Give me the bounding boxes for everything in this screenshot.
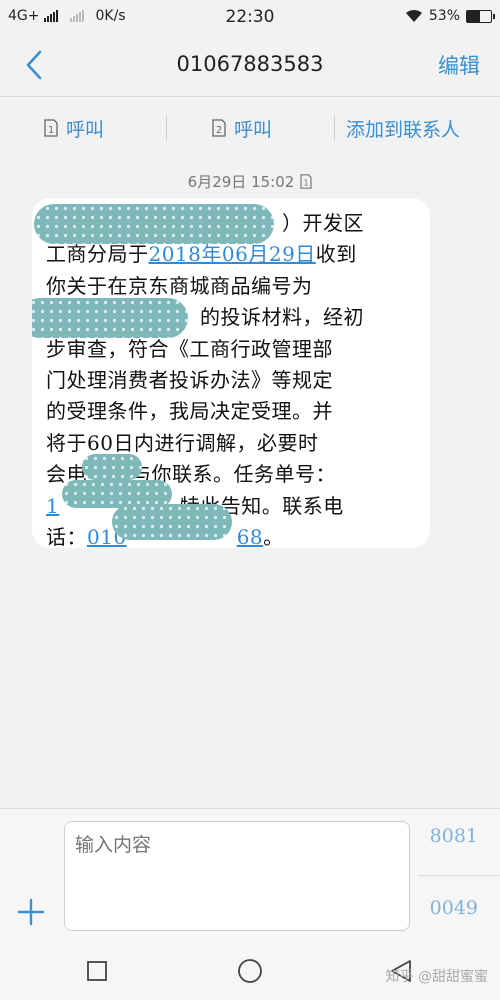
phone-link-end: 68	[236, 525, 264, 548]
timestamp-text: 6月29日 15:02	[187, 173, 295, 191]
plus-icon	[17, 898, 45, 926]
add-to-contacts-label: 添加到联系人	[346, 118, 461, 141]
msg-text: 门处理消费者投诉办法》等规定	[46, 368, 333, 393]
composer: 8081 0049	[0, 808, 500, 941]
msg-text: 工商分局于	[46, 242, 149, 267]
msg-text: 步审查，符合《工商行政管理部	[46, 336, 333, 361]
msg-text: 将于60日内进行调解，必要时	[46, 430, 319, 455]
msg-text: 收到	[315, 242, 357, 267]
msg-text: ）开发区	[282, 211, 364, 235]
message-timestamp: 6月29日 15:02 1	[0, 171, 500, 192]
watermark: 知乎 @甜甜蜜蜜	[385, 969, 488, 985]
sim1-number: 1	[48, 125, 54, 136]
msg-text: 你关于在京东商城商品编号为	[46, 273, 313, 298]
msg-line: 的受理条件，我局决定受理。并	[46, 396, 416, 427]
battery-fill	[467, 10, 480, 22]
header: 01067883583 编辑	[0, 34, 500, 96]
task-number-link[interactable]: 1	[46, 494, 59, 518]
message-input[interactable]	[73, 828, 405, 928]
attach-button[interactable]	[16, 897, 46, 927]
call-sim2-button[interactable]: 2 呼叫	[212, 115, 272, 142]
call-sim1-label: 呼叫	[66, 118, 105, 141]
square-icon	[87, 961, 107, 981]
header-divider	[0, 96, 500, 97]
home-button[interactable]	[237, 958, 263, 988]
date-link[interactable]: 2018年06月29日	[149, 242, 316, 266]
add-to-contacts-button[interactable]: 添加到联系人	[346, 115, 460, 142]
call-sim2-label: 呼叫	[234, 118, 273, 141]
msg-text: 的投诉材料，经初	[200, 305, 364, 330]
battery-icon	[466, 9, 495, 23]
msg-line: 步审查，符合《工商行政管理部	[46, 334, 416, 365]
msg-text: 的受理条件，我局决定受理。并	[46, 399, 333, 424]
msg-line: 门处理消费者投诉办法》等规定	[46, 365, 416, 396]
redaction-mark	[112, 504, 232, 540]
msg-text: 话：	[46, 525, 87, 548]
send-sim2-button[interactable]: 0049	[430, 897, 478, 919]
action-separator	[166, 115, 167, 141]
action-bar: 1 呼叫 2 呼叫 添加到联系人	[0, 106, 500, 150]
recents-button[interactable]	[86, 960, 108, 986]
sim-card-icon: 1	[44, 119, 58, 137]
send-separator	[418, 875, 500, 876]
battery-percent: 53%	[428, 8, 460, 24]
timestamp-sim-number: 1	[304, 178, 309, 188]
call-sim1-button[interactable]: 1 呼叫	[44, 115, 104, 142]
msg-line: 工商分局于2018年06月29日收到	[46, 239, 416, 270]
send-sim1-button[interactable]: 8081	[430, 825, 478, 847]
sim-card-icon: 1	[300, 174, 312, 189]
status-right: 53%	[405, 8, 495, 24]
edit-button[interactable]: 编辑	[438, 50, 480, 80]
message-bubble[interactable]: ）开发区 工商分局于2018年06月29日收到 你关于在京东商城商品编号为 的投…	[32, 198, 430, 548]
redaction-mark	[32, 298, 188, 338]
message-input-box[interactable]	[64, 821, 410, 931]
redaction-mark	[34, 204, 274, 244]
contact-number-title: 01067883583	[176, 52, 324, 76]
sim2-number: 2	[216, 125, 222, 136]
redaction-mark	[82, 454, 142, 480]
msg-text: 。	[263, 525, 284, 548]
circle-icon	[238, 959, 262, 983]
wifi-icon	[405, 9, 422, 22]
status-bar: 4G+ 0K/s 22:30 53%	[0, 0, 500, 34]
sim-card-icon: 2	[212, 119, 226, 137]
action-separator	[334, 115, 335, 141]
system-nav-bar: 知乎 @甜甜蜜蜜	[0, 940, 500, 1000]
